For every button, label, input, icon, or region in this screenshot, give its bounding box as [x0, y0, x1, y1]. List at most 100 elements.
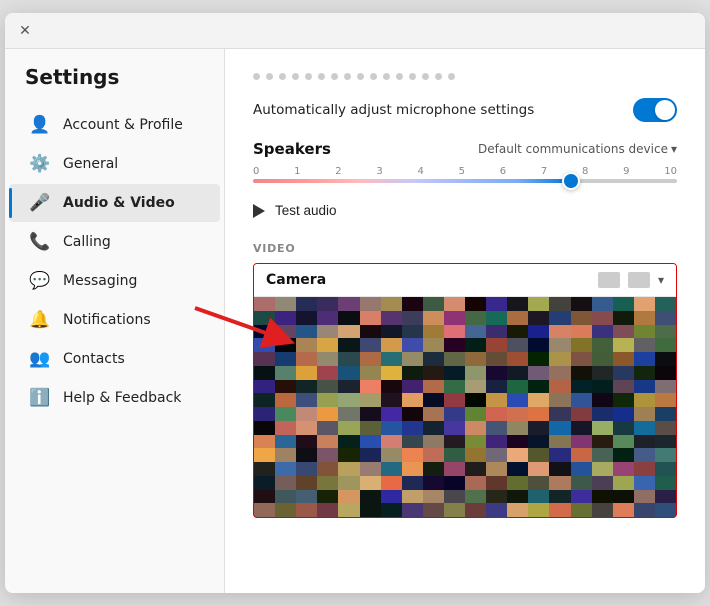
camera-btn-2[interactable] [628, 272, 650, 288]
sidebar-item-calling[interactable]: 📞 Calling [9, 223, 220, 261]
pixel-block [444, 325, 465, 339]
pixel-block [655, 448, 676, 462]
pixel-block [338, 421, 359, 435]
pixel-block [486, 476, 507, 490]
sidebar-item-account-profile[interactable]: 👤 Account & Profile [9, 106, 220, 144]
pixel-block [592, 297, 613, 311]
pixel-block [402, 325, 423, 339]
pixel-block [507, 503, 528, 517]
pixel-block [528, 490, 549, 504]
pixel-block [338, 490, 359, 504]
camera-chevron-icon[interactable]: ▾ [658, 273, 664, 287]
sidebar-item-label: Calling [63, 234, 111, 250]
camera-btn-1[interactable] [598, 272, 620, 288]
pixel-block [465, 448, 486, 462]
pixel-block [592, 435, 613, 449]
pixel-block [360, 435, 381, 449]
pixel-block [655, 338, 676, 352]
notifications-icon: 🔔 [29, 310, 51, 330]
pixel-block [507, 366, 528, 380]
pixel-block [528, 352, 549, 366]
pixel-block [402, 407, 423, 421]
volume-slider-track[interactable] [253, 179, 677, 183]
pixel-block [655, 352, 676, 366]
pixel-block [528, 393, 549, 407]
pixel-block [507, 407, 528, 421]
pixel-block [634, 421, 655, 435]
pixel-block [571, 380, 592, 394]
account-profile-icon: 👤 [29, 115, 51, 135]
pixel-block [465, 407, 486, 421]
pixel-block [254, 338, 275, 352]
slider-ticks: 0 1 2 3 4 5 6 7 8 9 10 [253, 166, 677, 177]
pixel-block [317, 476, 338, 490]
pixel-block [507, 490, 528, 504]
pixel-block [381, 448, 402, 462]
pixel-block [254, 297, 275, 311]
pixel-block [317, 297, 338, 311]
pixel-block [317, 407, 338, 421]
pixel-block [360, 311, 381, 325]
pixel-block [402, 490, 423, 504]
pixel-block [613, 380, 634, 394]
pixel-block [486, 503, 507, 517]
pixel-block [571, 297, 592, 311]
pixel-block [634, 435, 655, 449]
pixel-block [592, 448, 613, 462]
pixel-block [423, 366, 444, 380]
pixel-block [338, 448, 359, 462]
pixel-block [613, 490, 634, 504]
sidebar-item-notifications[interactable]: 🔔 Notifications [9, 301, 220, 339]
dot [331, 73, 338, 80]
test-audio-button[interactable]: Test audio [253, 197, 337, 224]
sidebar-item-audio-video[interactable]: 🎤 Audio & Video [9, 184, 220, 222]
pixel-block [571, 435, 592, 449]
volume-slider-thumb[interactable] [562, 172, 580, 190]
pixel-block [592, 476, 613, 490]
auto-mic-toggle[interactable] [633, 98, 677, 122]
pixel-block [402, 366, 423, 380]
pixel-block [634, 407, 655, 421]
pixel-block [423, 435, 444, 449]
pixel-block [592, 325, 613, 339]
pixel-block [402, 435, 423, 449]
main-content: Automatically adjust microphone settings… [225, 49, 705, 593]
sidebar-item-messaging[interactable]: 💬 Messaging [9, 262, 220, 300]
pixel-block [486, 380, 507, 394]
sidebar-item-label: Audio & Video [63, 195, 175, 211]
pixel-block [528, 503, 549, 517]
dot [448, 73, 455, 80]
volume-slider-container: 0 1 2 3 4 5 6 7 8 9 10 [253, 166, 677, 183]
pixel-block [571, 490, 592, 504]
pixel-block [592, 421, 613, 435]
dot [396, 73, 403, 80]
pixel-block [634, 325, 655, 339]
speakers-device-dropdown[interactable]: Default communications device ▾ [478, 142, 677, 156]
pixel-block [338, 476, 359, 490]
pixel-block [275, 325, 296, 339]
pixel-block [402, 462, 423, 476]
sidebar-title: Settings [5, 57, 224, 105]
audio-video-icon: 🎤 [29, 193, 51, 213]
pixel-block [360, 448, 381, 462]
pixel-block [275, 380, 296, 394]
close-button[interactable]: ✕ [17, 23, 33, 39]
pixel-block [444, 297, 465, 311]
camera-header-right: ▾ [598, 272, 664, 288]
pixel-block [254, 435, 275, 449]
pixel-block [254, 476, 275, 490]
dot [279, 73, 286, 80]
pixel-block [317, 366, 338, 380]
sidebar-item-contacts[interactable]: 👥 Contacts [9, 340, 220, 378]
pixel-block [571, 448, 592, 462]
pixel-block [317, 352, 338, 366]
sidebar-item-help-feedback[interactable]: ℹ️ Help & Feedback [9, 379, 220, 417]
pixel-block [275, 352, 296, 366]
sidebar-item-general[interactable]: ⚙️ General [9, 145, 220, 183]
pixel-block [549, 393, 570, 407]
pixel-block [360, 366, 381, 380]
pixel-block [592, 380, 613, 394]
pixel-block [381, 380, 402, 394]
pixel-block [338, 325, 359, 339]
pixel-block [634, 297, 655, 311]
